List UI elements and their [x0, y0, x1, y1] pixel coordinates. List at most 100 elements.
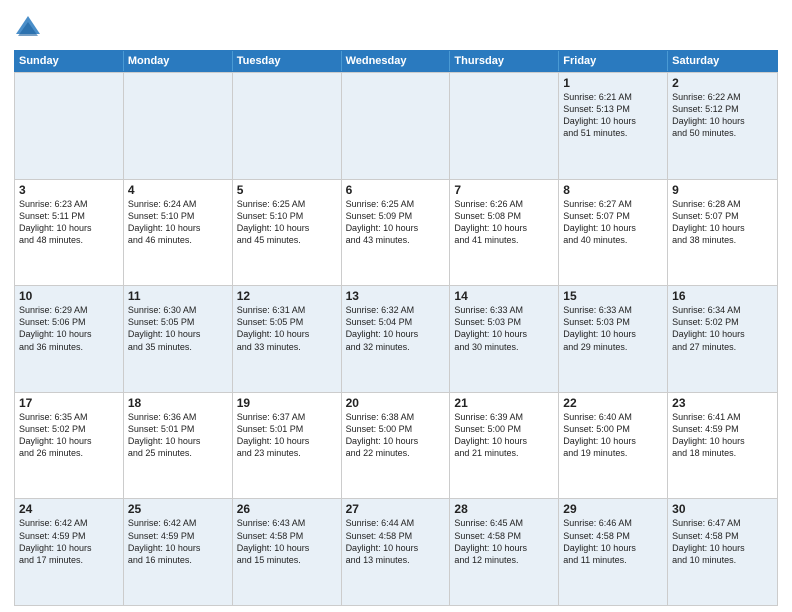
cell-info-line: Daylight: 10 hours — [563, 115, 663, 127]
cell-info-line: and 16 minutes. — [128, 554, 228, 566]
day-number: 19 — [237, 396, 337, 410]
cell-info-line: Sunrise: 6:37 AM — [237, 411, 337, 423]
day-number: 11 — [128, 289, 228, 303]
cell-info-line: Sunset: 5:07 PM — [563, 210, 663, 222]
cell-info-line: and 15 minutes. — [237, 554, 337, 566]
calendar-cell-row0-col3 — [342, 73, 451, 179]
day-number: 27 — [346, 502, 446, 516]
calendar-cell-row0-col0 — [15, 73, 124, 179]
cell-info-line: Sunrise: 6:25 AM — [237, 198, 337, 210]
cell-info-line: Daylight: 10 hours — [346, 222, 446, 234]
day-number: 20 — [346, 396, 446, 410]
cell-info-line: and 19 minutes. — [563, 447, 663, 459]
cell-info-line: Daylight: 10 hours — [672, 435, 773, 447]
cell-info-line: Daylight: 10 hours — [128, 222, 228, 234]
cell-info-line: Sunrise: 6:42 AM — [128, 517, 228, 529]
day-number: 22 — [563, 396, 663, 410]
cell-info-line: Daylight: 10 hours — [128, 435, 228, 447]
calendar-cell-row0-col6: 2Sunrise: 6:22 AMSunset: 5:12 PMDaylight… — [668, 73, 777, 179]
calendar-cell-row1-col0: 3Sunrise: 6:23 AMSunset: 5:11 PMDaylight… — [15, 180, 124, 286]
calendar-cell-row1-col6: 9Sunrise: 6:28 AMSunset: 5:07 PMDaylight… — [668, 180, 777, 286]
cell-info-line: Sunset: 5:02 PM — [19, 423, 119, 435]
calendar-cell-row3-col6: 23Sunrise: 6:41 AMSunset: 4:59 PMDayligh… — [668, 393, 777, 499]
cell-info-line: Daylight: 10 hours — [454, 435, 554, 447]
day-number: 18 — [128, 396, 228, 410]
day-number: 1 — [563, 76, 663, 90]
cell-info-line: Daylight: 10 hours — [672, 222, 773, 234]
cell-info-line: Sunrise: 6:31 AM — [237, 304, 337, 316]
cell-info-line: Sunrise: 6:26 AM — [454, 198, 554, 210]
cell-info-line: and 32 minutes. — [346, 341, 446, 353]
calendar: SundayMondayTuesdayWednesdayThursdayFrid… — [14, 50, 778, 606]
cell-info-line: and 22 minutes. — [346, 447, 446, 459]
cell-info-line: Sunrise: 6:29 AM — [19, 304, 119, 316]
cell-info-line: Sunrise: 6:47 AM — [672, 517, 773, 529]
cell-info-line: and 43 minutes. — [346, 234, 446, 246]
day-number: 21 — [454, 396, 554, 410]
day-number: 23 — [672, 396, 773, 410]
calendar-cell-row2-col5: 15Sunrise: 6:33 AMSunset: 5:03 PMDayligh… — [559, 286, 668, 392]
cell-info-line: Daylight: 10 hours — [19, 222, 119, 234]
header-day-thursday: Thursday — [450, 51, 559, 71]
cell-info-line: Sunset: 5:04 PM — [346, 316, 446, 328]
cell-info-line: and 30 minutes. — [454, 341, 554, 353]
calendar-cell-row3-col2: 19Sunrise: 6:37 AMSunset: 5:01 PMDayligh… — [233, 393, 342, 499]
cell-info-line: Sunset: 5:10 PM — [237, 210, 337, 222]
calendar-cell-row3-col1: 18Sunrise: 6:36 AMSunset: 5:01 PMDayligh… — [124, 393, 233, 499]
day-number: 9 — [672, 183, 773, 197]
cell-info-line: Sunset: 5:00 PM — [346, 423, 446, 435]
cell-info-line: Daylight: 10 hours — [346, 435, 446, 447]
cell-info-line: Sunset: 5:01 PM — [237, 423, 337, 435]
day-number: 5 — [237, 183, 337, 197]
day-number: 29 — [563, 502, 663, 516]
day-number: 24 — [19, 502, 119, 516]
cell-info-line: Sunrise: 6:24 AM — [128, 198, 228, 210]
day-number: 10 — [19, 289, 119, 303]
cell-info-line: Sunset: 5:08 PM — [454, 210, 554, 222]
calendar-cell-row4-col5: 29Sunrise: 6:46 AMSunset: 4:58 PMDayligh… — [559, 499, 668, 605]
calendar-cell-row1-col4: 7Sunrise: 6:26 AMSunset: 5:08 PMDaylight… — [450, 180, 559, 286]
calendar-cell-row0-col4 — [450, 73, 559, 179]
cell-info-line: and 40 minutes. — [563, 234, 663, 246]
cell-info-line: Sunset: 5:00 PM — [563, 423, 663, 435]
cell-info-line: Daylight: 10 hours — [237, 222, 337, 234]
calendar-header: SundayMondayTuesdayWednesdayThursdayFrid… — [14, 50, 778, 72]
cell-info-line: and 21 minutes. — [454, 447, 554, 459]
cell-info-line: Sunset: 5:07 PM — [672, 210, 773, 222]
cell-info-line: Daylight: 10 hours — [346, 542, 446, 554]
cell-info-line: Sunset: 5:05 PM — [128, 316, 228, 328]
header-day-monday: Monday — [124, 51, 233, 71]
day-number: 12 — [237, 289, 337, 303]
calendar-row-0: 1Sunrise: 6:21 AMSunset: 5:13 PMDaylight… — [15, 72, 777, 179]
calendar-cell-row0-col2 — [233, 73, 342, 179]
cell-info-line: Daylight: 10 hours — [563, 542, 663, 554]
day-number: 16 — [672, 289, 773, 303]
calendar-cell-row3-col0: 17Sunrise: 6:35 AMSunset: 5:02 PMDayligh… — [15, 393, 124, 499]
logo — [14, 10, 46, 42]
cell-info-line: Daylight: 10 hours — [237, 328, 337, 340]
day-number: 28 — [454, 502, 554, 516]
cell-info-line: Sunrise: 6:34 AM — [672, 304, 773, 316]
cell-info-line: Daylight: 10 hours — [672, 115, 773, 127]
cell-info-line: Sunrise: 6:28 AM — [672, 198, 773, 210]
day-number: 8 — [563, 183, 663, 197]
header-day-saturday: Saturday — [668, 51, 777, 71]
header-day-wednesday: Wednesday — [342, 51, 451, 71]
cell-info-line: and 45 minutes. — [237, 234, 337, 246]
header-day-tuesday: Tuesday — [233, 51, 342, 71]
cell-info-line: and 12 minutes. — [454, 554, 554, 566]
cell-info-line: and 38 minutes. — [672, 234, 773, 246]
day-number: 26 — [237, 502, 337, 516]
cell-info-line: Daylight: 10 hours — [237, 542, 337, 554]
cell-info-line: Sunset: 5:11 PM — [19, 210, 119, 222]
cell-info-line: Sunset: 5:03 PM — [454, 316, 554, 328]
day-number: 30 — [672, 502, 773, 516]
cell-info-line: Sunrise: 6:39 AM — [454, 411, 554, 423]
header-day-sunday: Sunday — [15, 51, 124, 71]
calendar-cell-row4-col3: 27Sunrise: 6:44 AMSunset: 4:58 PMDayligh… — [342, 499, 451, 605]
calendar-cell-row2-col3: 13Sunrise: 6:32 AMSunset: 5:04 PMDayligh… — [342, 286, 451, 392]
calendar-cell-row1-col5: 8Sunrise: 6:27 AMSunset: 5:07 PMDaylight… — [559, 180, 668, 286]
header-day-friday: Friday — [559, 51, 668, 71]
cell-info-line: and 41 minutes. — [454, 234, 554, 246]
cell-info-line: Sunset: 5:00 PM — [454, 423, 554, 435]
